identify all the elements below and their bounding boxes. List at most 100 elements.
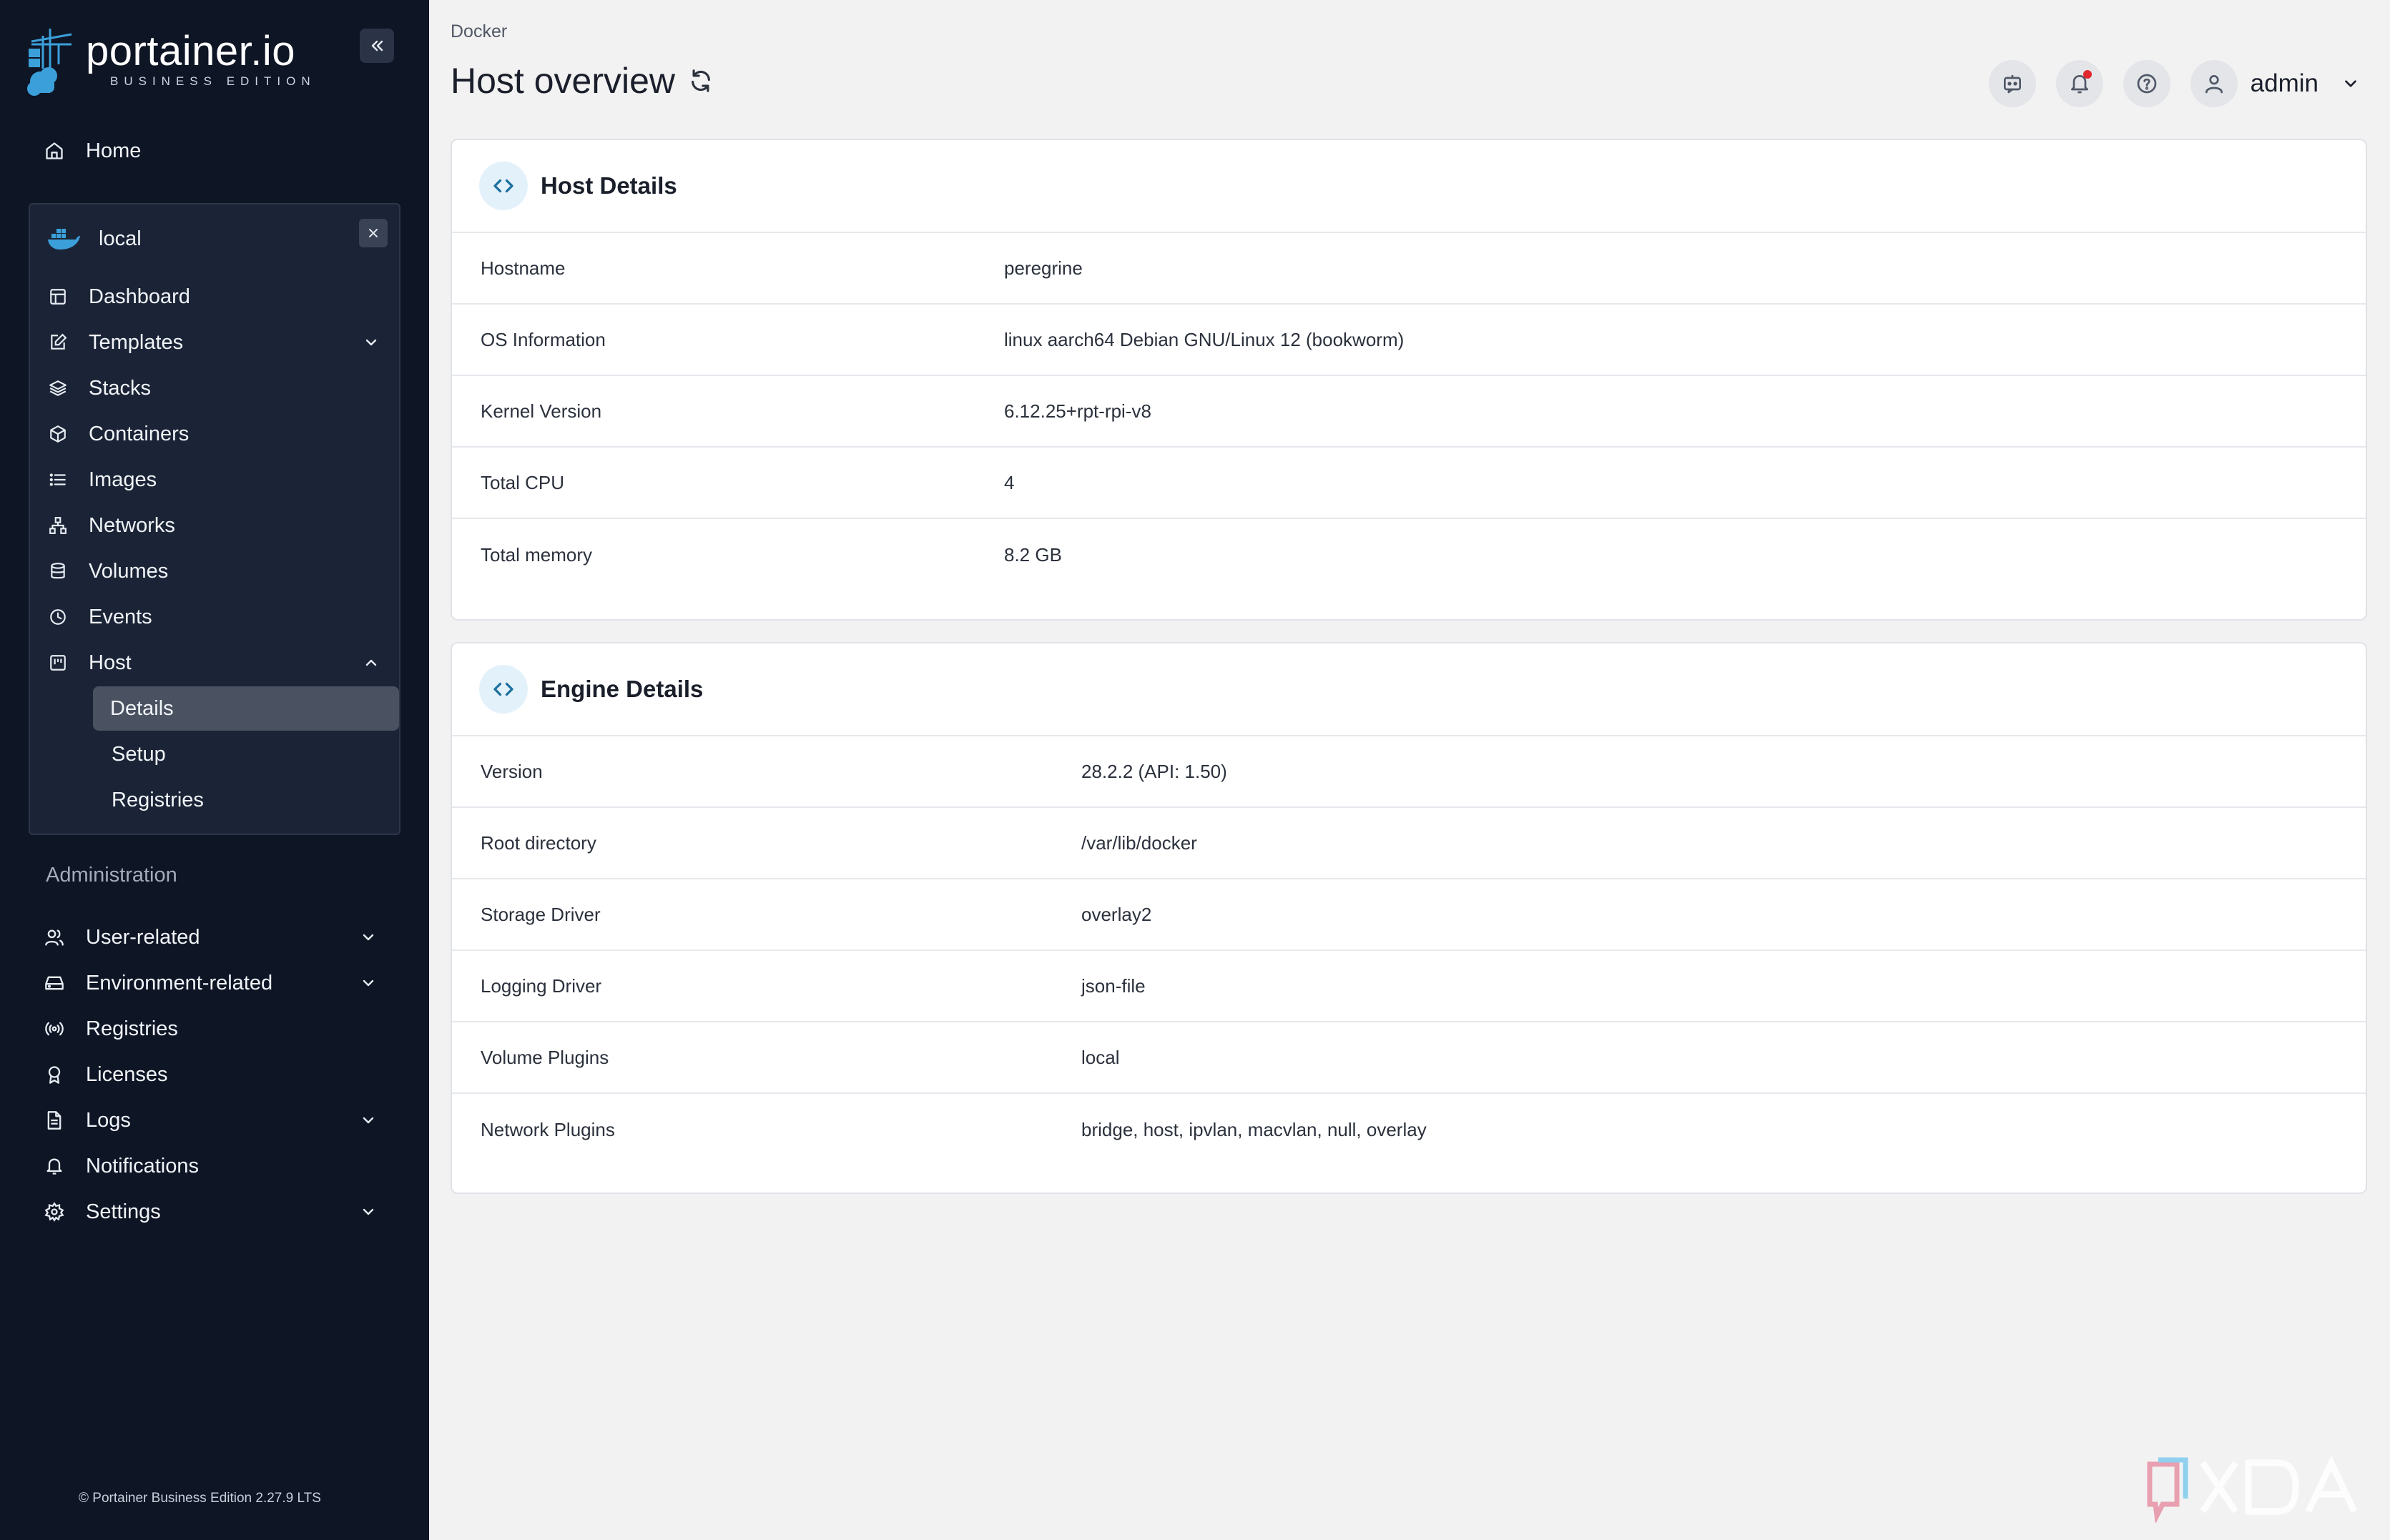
sidebar-item-label: User-related <box>86 925 200 949</box>
sidebar-item-label: Dashboard <box>89 285 190 308</box>
collapse-sidebar-button[interactable] <box>360 29 394 63</box>
table-row: Volume Plugins local <box>452 1022 2366 1094</box>
sidebar-item-label: Home <box>86 139 142 162</box>
sidebar-item-label: Logs <box>86 1108 131 1132</box>
notification-badge <box>2082 70 2092 79</box>
sidebar-item-notifications[interactable]: Notifications <box>43 1147 199 1185</box>
sidebar-item-label: Host <box>89 651 132 674</box>
sidebar-item-registries[interactable]: Registries <box>43 1010 178 1048</box>
volumes-icon <box>47 561 69 582</box>
row-label: Kernel Version <box>481 400 602 422</box>
broadcast-icon <box>43 1017 66 1040</box>
sidebar-item-label: Containers <box>89 422 190 445</box>
sidebar-item-host[interactable]: Host <box>47 643 132 682</box>
environment-name: local <box>99 227 142 250</box>
card-title: Host Details <box>541 172 677 199</box>
row-value: linux aarch64 Debian GNU/Linux 12 (bookw… <box>1004 328 1405 350</box>
chevron-up-icon[interactable] <box>360 652 382 673</box>
environment-panel: local Dashboard Templates Stacks Contain… <box>29 203 400 835</box>
chevron-down-icon[interactable] <box>358 1110 379 1131</box>
sidebar-item-images[interactable]: Images <box>47 460 157 499</box>
portainer-logo[interactable]: portainer.io BUSINESS EDITION <box>26 26 316 97</box>
row-label: OS Information <box>481 328 606 350</box>
chevron-down-icon[interactable] <box>360 332 382 353</box>
sidebar-item-networks[interactable]: Networks <box>47 506 175 545</box>
sidebar-item-containers[interactable]: Containers <box>47 415 189 453</box>
sidebar-subitem-setup[interactable]: Setup <box>94 732 166 776</box>
sidebar-item-user-related[interactable]: User-related <box>43 918 200 957</box>
dashboard-icon <box>47 286 69 307</box>
containers-icon <box>47 423 69 445</box>
sidebar-item-label: Licenses <box>86 1062 168 1086</box>
chevron-down-icon[interactable] <box>358 1201 379 1223</box>
sidebar: portainer.io BUSINESS EDITION Home local <box>0 0 429 1540</box>
sidebar-subitem-details[interactable]: Details <box>93 686 399 731</box>
portainer-logo-icon <box>27 29 72 96</box>
table-row: Version 28.2.2 (API: 1.50) <box>452 736 2366 808</box>
table-row: Root directory /var/lib/docker <box>452 808 2366 879</box>
close-environment-button[interactable] <box>359 219 388 247</box>
sidebar-item-label: Events <box>89 605 152 628</box>
administration-heading: Administration <box>46 864 177 887</box>
sidebar-item-volumes[interactable]: Volumes <box>47 552 168 591</box>
sidebar-item-settings[interactable]: Settings <box>43 1193 161 1231</box>
code-icon <box>479 665 528 714</box>
top-bar: admin <box>1969 60 2361 107</box>
row-value: 6.12.25+rpt-rpi-v8 <box>1004 400 1151 422</box>
sidebar-item-label: Notifications <box>86 1154 199 1178</box>
close-icon <box>369 229 378 237</box>
user-avatar[interactable] <box>2190 60 2238 107</box>
ai-assistant-button[interactable] <box>1988 60 2036 107</box>
sidebar-item-label: Environment-related <box>86 971 273 994</box>
sidebar-item-stacks[interactable]: Stacks <box>47 369 151 408</box>
docker-icon <box>48 229 80 250</box>
help-button[interactable] <box>2123 60 2170 107</box>
sidebar-item-label: Volumes <box>89 559 169 583</box>
sidebar-subitem-label: Setup <box>112 742 166 766</box>
sidebar-item-events[interactable]: Events <box>47 598 152 636</box>
sidebar-item-templates[interactable]: Templates <box>47 323 183 362</box>
environment-header[interactable]: local <box>47 219 142 259</box>
table-row: Total CPU 4 <box>452 448 2366 519</box>
row-value: local <box>1081 1046 1120 1068</box>
main-content: Docker Host overview admin Host Details … <box>429 0 2390 1540</box>
sidebar-item-dashboard[interactable]: Dashboard <box>47 277 190 316</box>
row-label: Volume Plugins <box>481 1046 609 1068</box>
sidebar-item-label: Images <box>89 468 157 491</box>
sidebar-item-licenses[interactable]: Licenses <box>43 1055 167 1094</box>
table-row: Logging Driver json-file <box>452 951 2366 1022</box>
user-name[interactable]: admin <box>2251 69 2318 98</box>
row-label: Logging Driver <box>481 974 602 997</box>
row-label: Storage Driver <box>481 903 601 925</box>
row-label: Total memory <box>481 543 593 566</box>
sidebar-subitem-registries[interactable]: Registries <box>94 778 204 822</box>
refresh-button[interactable] <box>687 66 715 95</box>
chevron-down-icon[interactable] <box>358 927 379 948</box>
sidebar-item-environment-related[interactable]: Environment-related <box>43 964 272 1002</box>
row-label: Root directory <box>481 831 596 854</box>
code-icon <box>479 162 528 210</box>
sidebar-subitem-label: Registries <box>112 788 204 811</box>
table-row: Total memory 8.2 GB <box>452 519 2366 591</box>
row-value: peregrine <box>1004 257 1083 279</box>
breadcrumb[interactable]: Docker <box>451 21 507 42</box>
sidebar-item-label: Settings <box>86 1200 161 1223</box>
events-icon <box>47 606 69 628</box>
stacks-icon <box>47 377 69 399</box>
gear-icon <box>43 1200 66 1223</box>
networks-icon <box>47 515 69 536</box>
refresh-icon <box>692 69 710 92</box>
row-value: json-file <box>1081 974 1146 997</box>
row-value: 4 <box>1004 471 1015 493</box>
sidebar-item-home[interactable]: Home <box>43 132 141 170</box>
table-row: Hostname peregrine <box>452 233 2366 305</box>
table-row: Kernel Version 6.12.25+rpt-rpi-v8 <box>452 376 2366 448</box>
chevron-down-icon[interactable] <box>2340 73 2361 94</box>
chevron-down-icon[interactable] <box>358 972 379 994</box>
row-value: bridge, host, ipvlan, macvlan, null, ove… <box>1081 1118 1427 1140</box>
sidebar-item-label: Templates <box>89 330 184 354</box>
sidebar-subitem-label: Details <box>110 696 174 720</box>
sidebar-item-logs[interactable]: Logs <box>43 1101 131 1140</box>
notifications-button[interactable] <box>2055 60 2103 107</box>
sidebar-item-label: Networks <box>89 513 175 537</box>
